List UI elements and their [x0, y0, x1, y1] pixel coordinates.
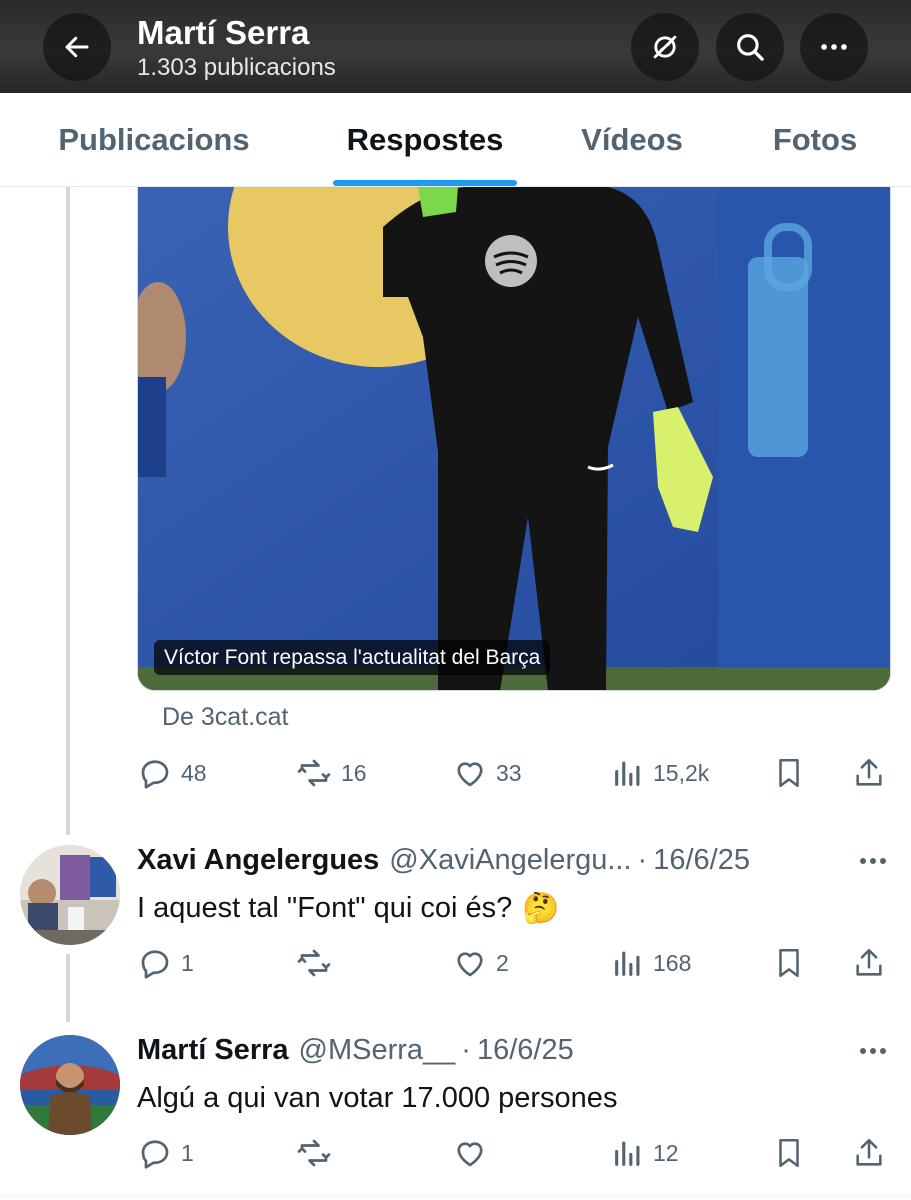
post-more-button[interactable]: [856, 1036, 890, 1066]
search-button[interactable]: [716, 13, 784, 81]
views-icon: [615, 761, 640, 786]
reply-icon: [141, 950, 169, 979]
post-header: Xavi Angelergues @XaviAngelergu... · 16/…: [137, 840, 750, 880]
retweet-icon: [297, 949, 331, 977]
author-handle[interactable]: @XaviAngelergu...: [389, 844, 631, 877]
avatar[interactable]: [20, 845, 120, 945]
views-count: 168: [653, 949, 692, 976]
search-icon: [737, 34, 764, 61]
share-button[interactable]: [852, 753, 886, 793]
reply-action-bar: 1 12: [137, 1133, 891, 1173]
no-notifications-icon: [653, 35, 677, 59]
reply-count: 1: [181, 949, 194, 976]
share-icon: [856, 948, 882, 976]
like-button[interactable]: 33: [452, 753, 522, 793]
tab-fotos[interactable]: Fotos: [760, 93, 870, 187]
post-text-row: Algú a qui van votar 17.000 persones: [137, 1076, 617, 1120]
post-more-button[interactable]: [856, 846, 890, 876]
share-button[interactable]: [852, 943, 886, 983]
avatar-image: [20, 1035, 120, 1135]
post-text: I aquest tal "Font" qui coi és?: [137, 891, 513, 924]
player-photo: [138, 187, 890, 690]
bookmark-button[interactable]: [772, 753, 806, 793]
reply-button[interactable]: 48: [137, 753, 207, 793]
views-icon: [615, 1141, 640, 1166]
bookmark-button[interactable]: [772, 1133, 806, 1173]
more-icon: [860, 1048, 886, 1054]
media-caption: Víctor Font repassa l'actualitat del Bar…: [154, 640, 551, 675]
like-icon: [457, 952, 483, 977]
back-arrow-icon: [65, 36, 89, 58]
reply-count: 48: [181, 759, 207, 786]
avatar[interactable]: [20, 1035, 120, 1135]
views-button[interactable]: 15,2k: [611, 753, 709, 793]
notifications-toggle-button[interactable]: [631, 13, 699, 81]
link-card-image[interactable]: Víctor Font repassa l'actualitat del Bar…: [137, 187, 891, 691]
profile-name: Martí Serra: [137, 14, 310, 51]
retweet-button[interactable]: [295, 943, 341, 983]
reply-icon: [141, 760, 169, 789]
like-button[interactable]: 2: [452, 943, 509, 983]
reply-action-bar: 1 2 168: [137, 943, 891, 983]
author-name[interactable]: Martí Serra: [137, 1034, 289, 1067]
post-divider: [0, 1196, 911, 1197]
views-count: 12: [653, 1139, 679, 1166]
post-text: Algú a qui van votar 17.000 persones: [137, 1081, 618, 1114]
thread-connector: [66, 954, 70, 1022]
reply-button[interactable]: 1: [137, 943, 194, 983]
tab-publicacions[interactable]: Publicacions: [40, 93, 268, 187]
reply-icon: [141, 1140, 169, 1169]
tab-videos[interactable]: Vídeos: [563, 93, 701, 187]
bookmark-icon: [779, 948, 799, 978]
author-handle[interactable]: @MSerra__: [299, 1034, 456, 1067]
thread-connector: [66, 187, 70, 835]
like-icon: [457, 762, 483, 787]
separator-dot: ·: [637, 843, 648, 876]
more-options-button[interactable]: [800, 13, 868, 81]
share-button[interactable]: [852, 1133, 886, 1173]
post-date[interactable]: 16/6/25: [653, 844, 750, 877]
back-button[interactable]: [43, 13, 111, 81]
link-source[interactable]: De 3cat.cat: [162, 703, 288, 732]
post-header: Martí Serra @MSerra__ · 16/6/25: [137, 1030, 574, 1070]
thinking-face-emoji: 🤔: [522, 890, 560, 926]
views-count: 15,2k: [653, 759, 710, 786]
profile-tabs: Publicacions Respostes Vídeos Fotos: [0, 93, 911, 187]
retweet-count: 16: [341, 759, 367, 786]
tweet-action-bar: 48 16 33 15,2k: [137, 753, 891, 793]
retweet-button[interactable]: 16: [295, 753, 367, 793]
active-tab-indicator: [333, 180, 517, 186]
like-count: 2: [496, 949, 509, 976]
profile-header: Martí Serra 1.303 publicacions: [0, 0, 911, 93]
more-icon: [821, 44, 847, 50]
views-icon: [615, 951, 640, 976]
post-text-row: I aquest tal "Font" qui coi és? 🤔: [137, 886, 560, 930]
retweet-icon: [297, 759, 331, 787]
bookmark-icon: [779, 758, 799, 788]
share-icon: [856, 758, 882, 786]
more-icon: [860, 858, 886, 864]
author-name[interactable]: Xavi Angelergues: [137, 844, 379, 877]
post-date[interactable]: 16/6/25: [477, 1034, 574, 1067]
retweet-icon: [297, 1139, 331, 1167]
tab-respostes[interactable]: Respostes: [323, 93, 527, 187]
views-button[interactable]: 12: [611, 1133, 679, 1173]
post-count: 1.303 publicacions: [137, 54, 336, 81]
separator-dot: ·: [461, 1033, 471, 1066]
like-count: 33: [496, 759, 522, 786]
bookmark-icon: [779, 1138, 799, 1168]
reply-button[interactable]: 1: [137, 1133, 194, 1173]
avatar-image: [20, 845, 120, 945]
bookmark-button[interactable]: [772, 943, 806, 983]
views-button[interactable]: 168: [611, 943, 691, 983]
reply-count: 1: [181, 1139, 194, 1166]
share-icon: [856, 1138, 882, 1166]
like-icon: [457, 1142, 483, 1167]
retweet-button[interactable]: [295, 1133, 341, 1173]
like-button[interactable]: [452, 1133, 496, 1173]
